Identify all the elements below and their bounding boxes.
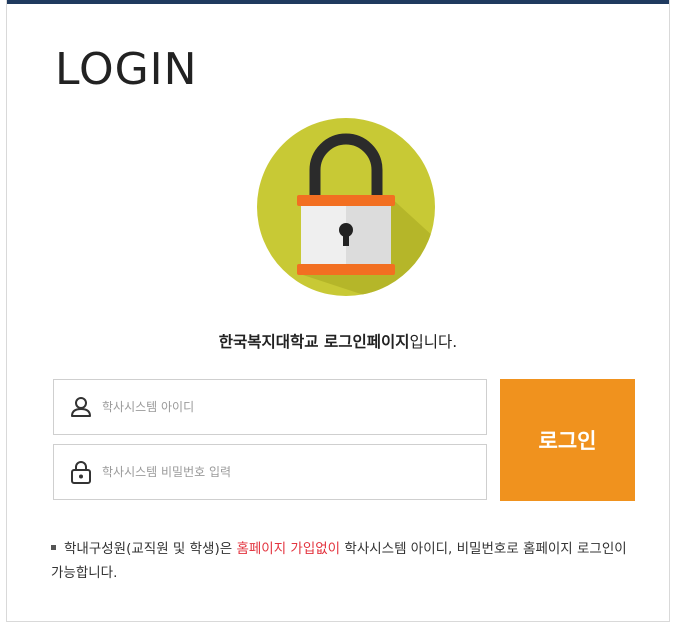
id-input[interactable]	[102, 380, 486, 434]
notice-text-1: 학내구성원(교직원 및 학생)은	[64, 541, 237, 557]
welcome-suffix: 입니다.	[409, 333, 458, 351]
login-notice: 학내구성원(교직원 및 학생)은 홈페이지 가입없이 학사시스템 아이디, 비밀…	[51, 537, 631, 585]
lock-icon	[68, 459, 94, 485]
user-icon	[68, 394, 94, 420]
id-field[interactable]	[53, 379, 487, 435]
padlock-icon	[257, 118, 435, 296]
bullet-icon	[51, 544, 56, 550]
welcome-message: 한국복지대학교 로그인페이지입니다.	[7, 330, 669, 352]
login-button[interactable]: 로그인	[500, 379, 635, 501]
page-title: LOGIN	[55, 44, 198, 95]
password-field[interactable]	[53, 444, 487, 500]
login-panel: LOGIN 한국복지대학교 로그인페이지입니다. 학사시스템 아이디 로그인 학…	[6, 0, 670, 622]
top-accent-bar	[7, 0, 669, 4]
password-input[interactable]	[102, 445, 486, 499]
notice-highlight: 홈페이지 가입없이	[236, 541, 341, 557]
welcome-school-name: 한국복지대학교 로그인페이지	[218, 333, 410, 351]
